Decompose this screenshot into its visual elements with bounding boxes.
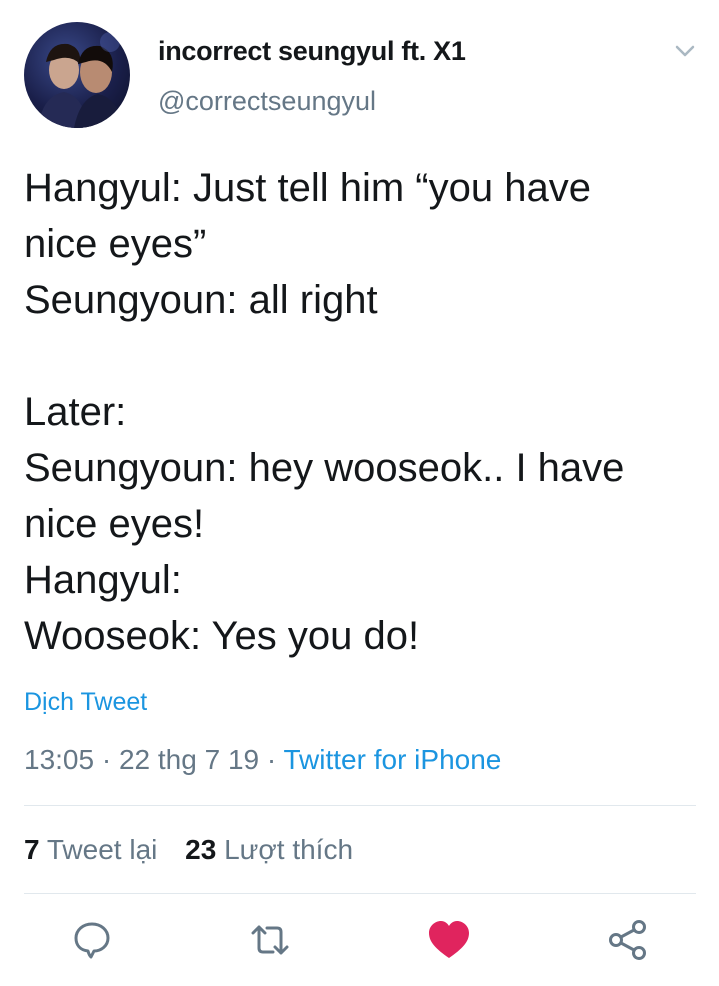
retweets-stat[interactable]: 7 Tweet lại (24, 834, 157, 865)
likes-stat[interactable]: 23 Lượt thích (185, 834, 353, 865)
reply-icon[interactable] (67, 915, 117, 965)
retweets-count: 7 (24, 834, 40, 865)
translate-tweet-link[interactable]: Dịch Tweet (24, 688, 147, 717)
chevron-down-icon[interactable] (670, 36, 700, 66)
likes-label: Lượt thích (224, 834, 354, 865)
tweet-actions (0, 915, 719, 975)
tweet-line: Hangyul: Just tell him “you have (24, 166, 591, 210)
divider (24, 893, 696, 894)
avatar[interactable] (24, 22, 130, 128)
tweet-source-link[interactable]: Twitter for iPhone (283, 744, 501, 775)
tweet-time[interactable]: 13:05 (24, 744, 94, 775)
tweet-line: Hangyul: (24, 558, 182, 602)
like-icon[interactable] (424, 915, 474, 965)
user-handle[interactable]: @correctseungyul (158, 86, 376, 117)
display-name[interactable]: incorrect seungyul ft. X1 (158, 36, 466, 67)
tweet-line (24, 328, 704, 384)
tweet-line: Later: (24, 390, 127, 434)
retweet-icon[interactable] (245, 915, 295, 965)
tweet-stats: 7 Tweet lại 23 Lượt thích (24, 834, 353, 866)
tweet-line: Seungyoun: all right (24, 278, 378, 322)
tweet-meta: 13:05 · 22 thg 7 19 · Twitter for iPhone (24, 744, 501, 776)
tweet-line: Wooseok: Yes you do! (24, 614, 420, 658)
avatar-image (38, 32, 124, 128)
tweet-text: Hangyul: Just tell him “you have nice ey… (24, 160, 704, 664)
meta-separator: · (94, 744, 119, 775)
tweet-date[interactable]: 22 thg 7 19 (119, 744, 259, 775)
tweet-line: nice eyes” (24, 222, 207, 266)
divider (24, 805, 696, 806)
tweet-header: incorrect seungyul ft. X1 @correctseungy… (0, 0, 719, 130)
likes-count: 23 (185, 834, 217, 865)
retweets-label: Tweet lại (46, 834, 158, 865)
share-icon[interactable] (603, 915, 653, 965)
meta-separator: · (259, 744, 284, 775)
tweet-line: Seungyoun: hey wooseok.. I have (24, 446, 625, 490)
tweet-line: nice eyes! (24, 502, 205, 546)
